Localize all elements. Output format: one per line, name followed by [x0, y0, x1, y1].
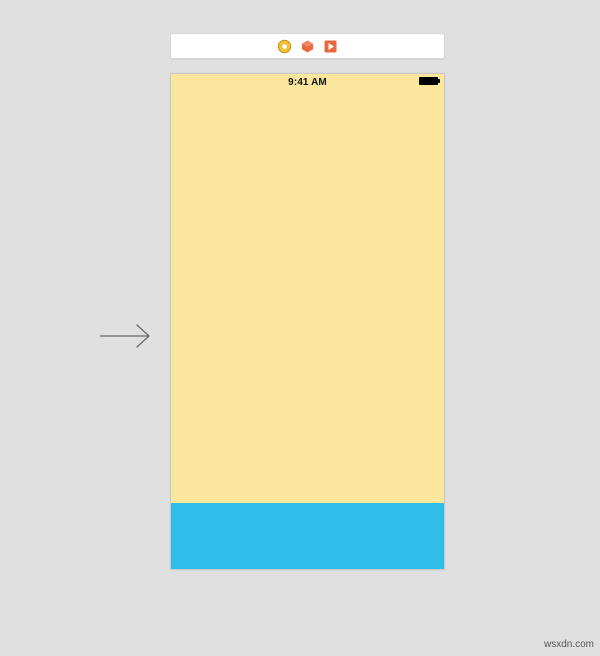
first-responder-icon[interactable]: [300, 39, 315, 54]
storyboard-canvas: 9:41 AM: [170, 33, 445, 570]
status-time: 9:41 AM: [288, 77, 327, 88]
status-bar: 9:41 AM: [171, 74, 444, 90]
scene-toolbar: [170, 33, 445, 59]
exit-icon[interactable]: [323, 39, 338, 54]
bottom-bar-view: [171, 503, 444, 569]
main-view-background: [171, 74, 444, 569]
segue-arrow: [100, 316, 155, 356]
device-frame[interactable]: 9:41 AM: [170, 73, 445, 570]
watermark: wsxdn.com: [544, 639, 594, 650]
battery-icon: [419, 77, 438, 85]
viewcontroller-icon[interactable]: [277, 39, 292, 54]
